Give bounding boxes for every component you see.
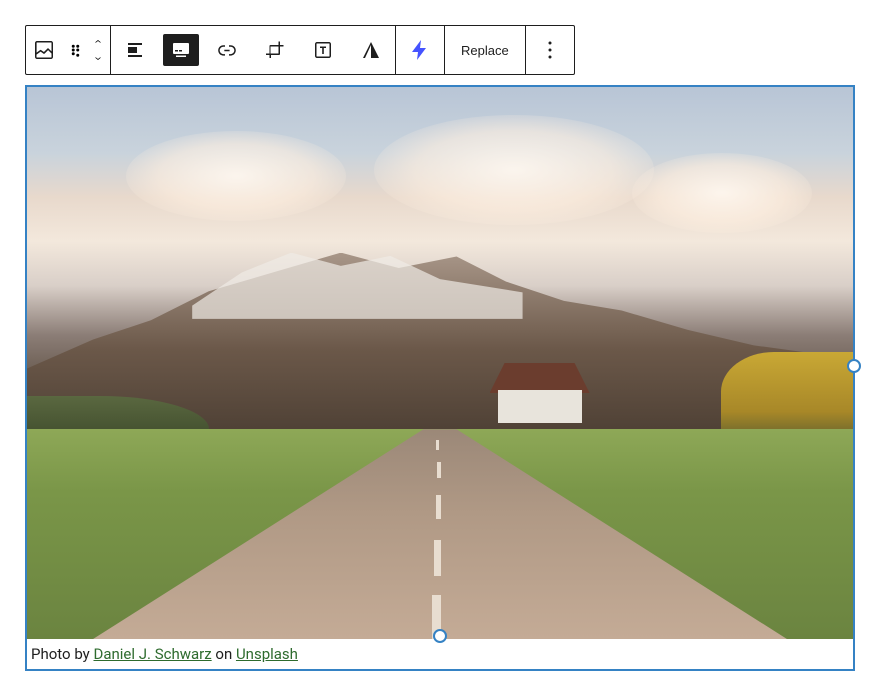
image-decoration [374,115,654,225]
image-icon [32,38,56,62]
image-decoration [436,495,441,519]
caption-button[interactable] [163,34,199,66]
image-decoration [437,462,441,478]
duotone-icon [359,38,383,62]
caption-author-link[interactable]: Daniel J. Schwarz [93,645,211,663]
replace-button[interactable]: Replace [445,26,525,74]
image-caption[interactable]: Photo by Daniel J. Schwarz on Unsplash [27,639,853,669]
text-overlay-icon [311,38,335,62]
toolbar-group-block [26,26,111,74]
link-icon [215,38,239,62]
toolbar-group-align [111,26,396,74]
more-vertical-icon [538,38,562,62]
toolbar-group-more [526,26,574,74]
caption-source-link[interactable]: Unsplash [236,645,298,663]
resize-handle-bottom[interactable] [433,629,447,643]
chevron-up-icon [89,36,107,48]
resize-handle-right[interactable] [847,359,861,373]
image-block[interactable]: Photo by Daniel J. Schwarz on Unsplash [25,85,855,671]
link-button[interactable] [203,26,251,74]
move-up-button[interactable] [87,34,109,50]
text-overlay-button[interactable] [299,26,347,74]
block-toolbar: Replace [25,25,575,75]
move-down-button[interactable] [87,50,109,66]
ai-assistant-button[interactable] [396,26,444,74]
block-image [27,87,853,639]
image-decoration [436,440,439,450]
toolbar-group-replace: Replace [445,26,526,74]
image-decoration [126,131,346,221]
block-mover [86,30,110,70]
drag-icon [65,41,83,59]
block-type-button[interactable] [26,26,62,74]
drag-handle[interactable] [62,41,86,59]
more-options-button[interactable] [526,26,574,74]
caption-icon [169,38,193,62]
image-decoration [498,390,582,423]
toolbar-group-ai [396,26,445,74]
image-decoration [632,153,812,233]
chevron-down-icon [89,52,107,64]
caption-middle: on [212,645,236,663]
image-decoration [490,363,590,393]
align-icon [123,38,147,62]
image-decoration [434,540,441,576]
duotone-button[interactable] [347,26,395,74]
align-button[interactable] [111,26,159,74]
image-decoration [490,363,590,423]
caption-prefix: Photo by [31,645,93,663]
crop-icon [263,38,287,62]
lightning-icon [408,38,432,62]
crop-button[interactable] [251,26,299,74]
